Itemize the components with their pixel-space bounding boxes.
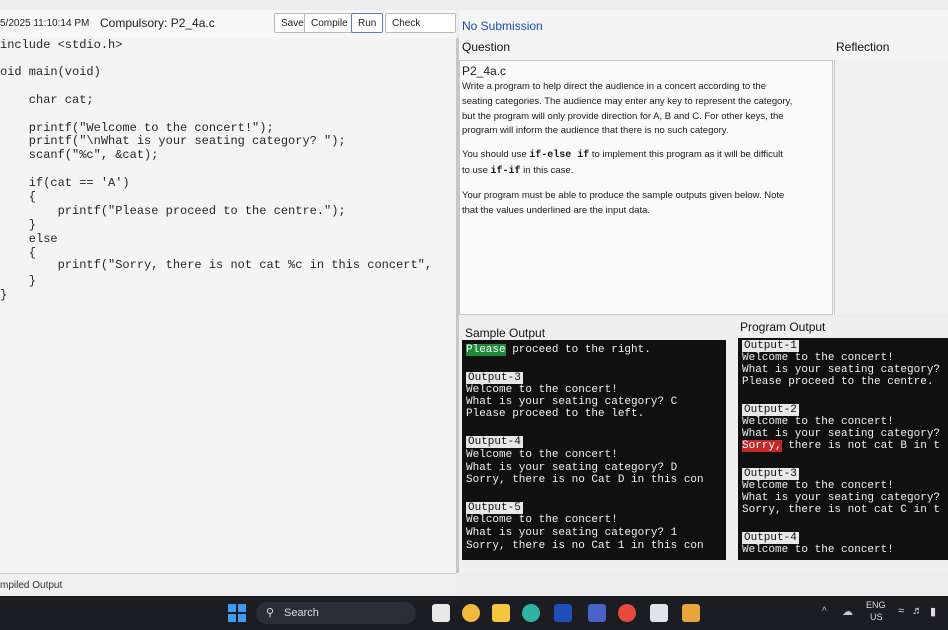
code-line: if(cat == 'A') <box>0 176 130 190</box>
app-icon[interactable] <box>682 604 700 622</box>
app-icon[interactable] <box>554 604 572 622</box>
code-line: } <box>0 288 8 302</box>
code-line: printf("\nWhat is your seating category?… <box>0 134 346 148</box>
search-placeholder: Search <box>284 607 319 619</box>
region-indicator[interactable]: US <box>870 612 883 622</box>
wifi-icon[interactable]: ≈ <box>898 605 904 617</box>
code-line: } <box>0 218 37 232</box>
file-explorer-icon[interactable] <box>492 604 510 622</box>
question-label: Question <box>462 40 511 54</box>
reflection-box[interactable] <box>834 60 948 315</box>
question-para2-line: to use if-if in this case. <box>462 165 574 177</box>
code-editor[interactable]: include <stdio.h> oid main(void) char ca… <box>0 38 459 573</box>
language-indicator[interactable]: ENG <box>866 600 886 610</box>
check-output-button[interactable]: Check Output <box>385 13 456 49</box>
widgets-icon[interactable] <box>462 604 480 622</box>
compiled-output-panel: mpiled Output <box>0 573 456 594</box>
taskbar-search[interactable]: ⚲ Search <box>256 602 416 624</box>
sample-output-label: Sample Output <box>465 326 546 340</box>
code-line: printf("Please proceed to the centre."); <box>0 204 346 218</box>
file-title: Compulsory: P2_4a.c <box>100 16 215 30</box>
code-line: else <box>0 232 58 246</box>
code-line: char cat; <box>0 93 94 107</box>
compiled-output-label: mpiled Output <box>0 580 63 591</box>
windows-start-icon[interactable] <box>228 604 246 622</box>
run-button[interactable]: Run <box>351 13 384 33</box>
submission-status: No Submission <box>462 19 543 33</box>
code-line: printf("Welcome to the concert!"); <box>0 121 274 135</box>
question-para2-line: You should use if-else if to implement t… <box>462 149 783 161</box>
code-line: } <box>0 274 37 288</box>
chrome-icon[interactable] <box>618 604 636 622</box>
code-line: include <stdio.h> <box>0 38 123 52</box>
volume-icon[interactable]: ♬ <box>912 605 923 617</box>
program-output-label: Program Output <box>740 320 826 334</box>
compile-button[interactable]: Compile <box>304 13 355 33</box>
app-icon[interactable] <box>650 604 668 622</box>
timestamp: 5/2025 11:10:14 PM <box>0 18 90 29</box>
question-para3-line: that the values underlined are the input… <box>462 205 651 216</box>
question-text-box: P2_4a.c Write a program to help direct t… <box>459 60 833 315</box>
question-para1-line: seating categories. The audience may ent… <box>462 96 793 107</box>
task-view-icon[interactable] <box>432 604 450 622</box>
sample-output-terminal: Please proceed to the right. Output-3 We… <box>462 340 726 560</box>
question-title: P2_4a.c <box>462 64 507 78</box>
code-line: { <box>0 190 37 204</box>
code-line: oid main(void) <box>0 65 101 79</box>
search-icon: ⚲ <box>266 607 275 619</box>
onedrive-icon[interactable]: ☁ <box>842 605 853 618</box>
taskbar: ⚲ Search ^ ☁ ENG US ≈ ♬ ▮ <box>0 596 948 630</box>
battery-icon[interactable]: ▮ <box>930 605 936 618</box>
code-line: printf("Sorry, there is not cat %c in th… <box>0 258 433 272</box>
edge-icon[interactable] <box>522 604 540 622</box>
question-para1-line: Write a program to help direct the audie… <box>462 81 766 92</box>
question-para1-line: program will inform the audience that th… <box>462 125 729 136</box>
app-icon[interactable] <box>588 604 606 622</box>
program-output-terminal: Output-1 Welcome to the concert! What is… <box>738 338 948 560</box>
question-para1-line: but the program will only provide direct… <box>462 111 784 122</box>
editor-toolbar: 5/2025 11:10:14 PM Compulsory: P2_4a.c S… <box>0 10 456 49</box>
question-para3-line: Your program must be able to produce the… <box>462 190 785 201</box>
chevron-up-icon[interactable]: ^ <box>822 606 827 617</box>
reflection-label: Reflection <box>836 40 890 54</box>
code-line: scanf("%c", &cat); <box>0 148 159 162</box>
